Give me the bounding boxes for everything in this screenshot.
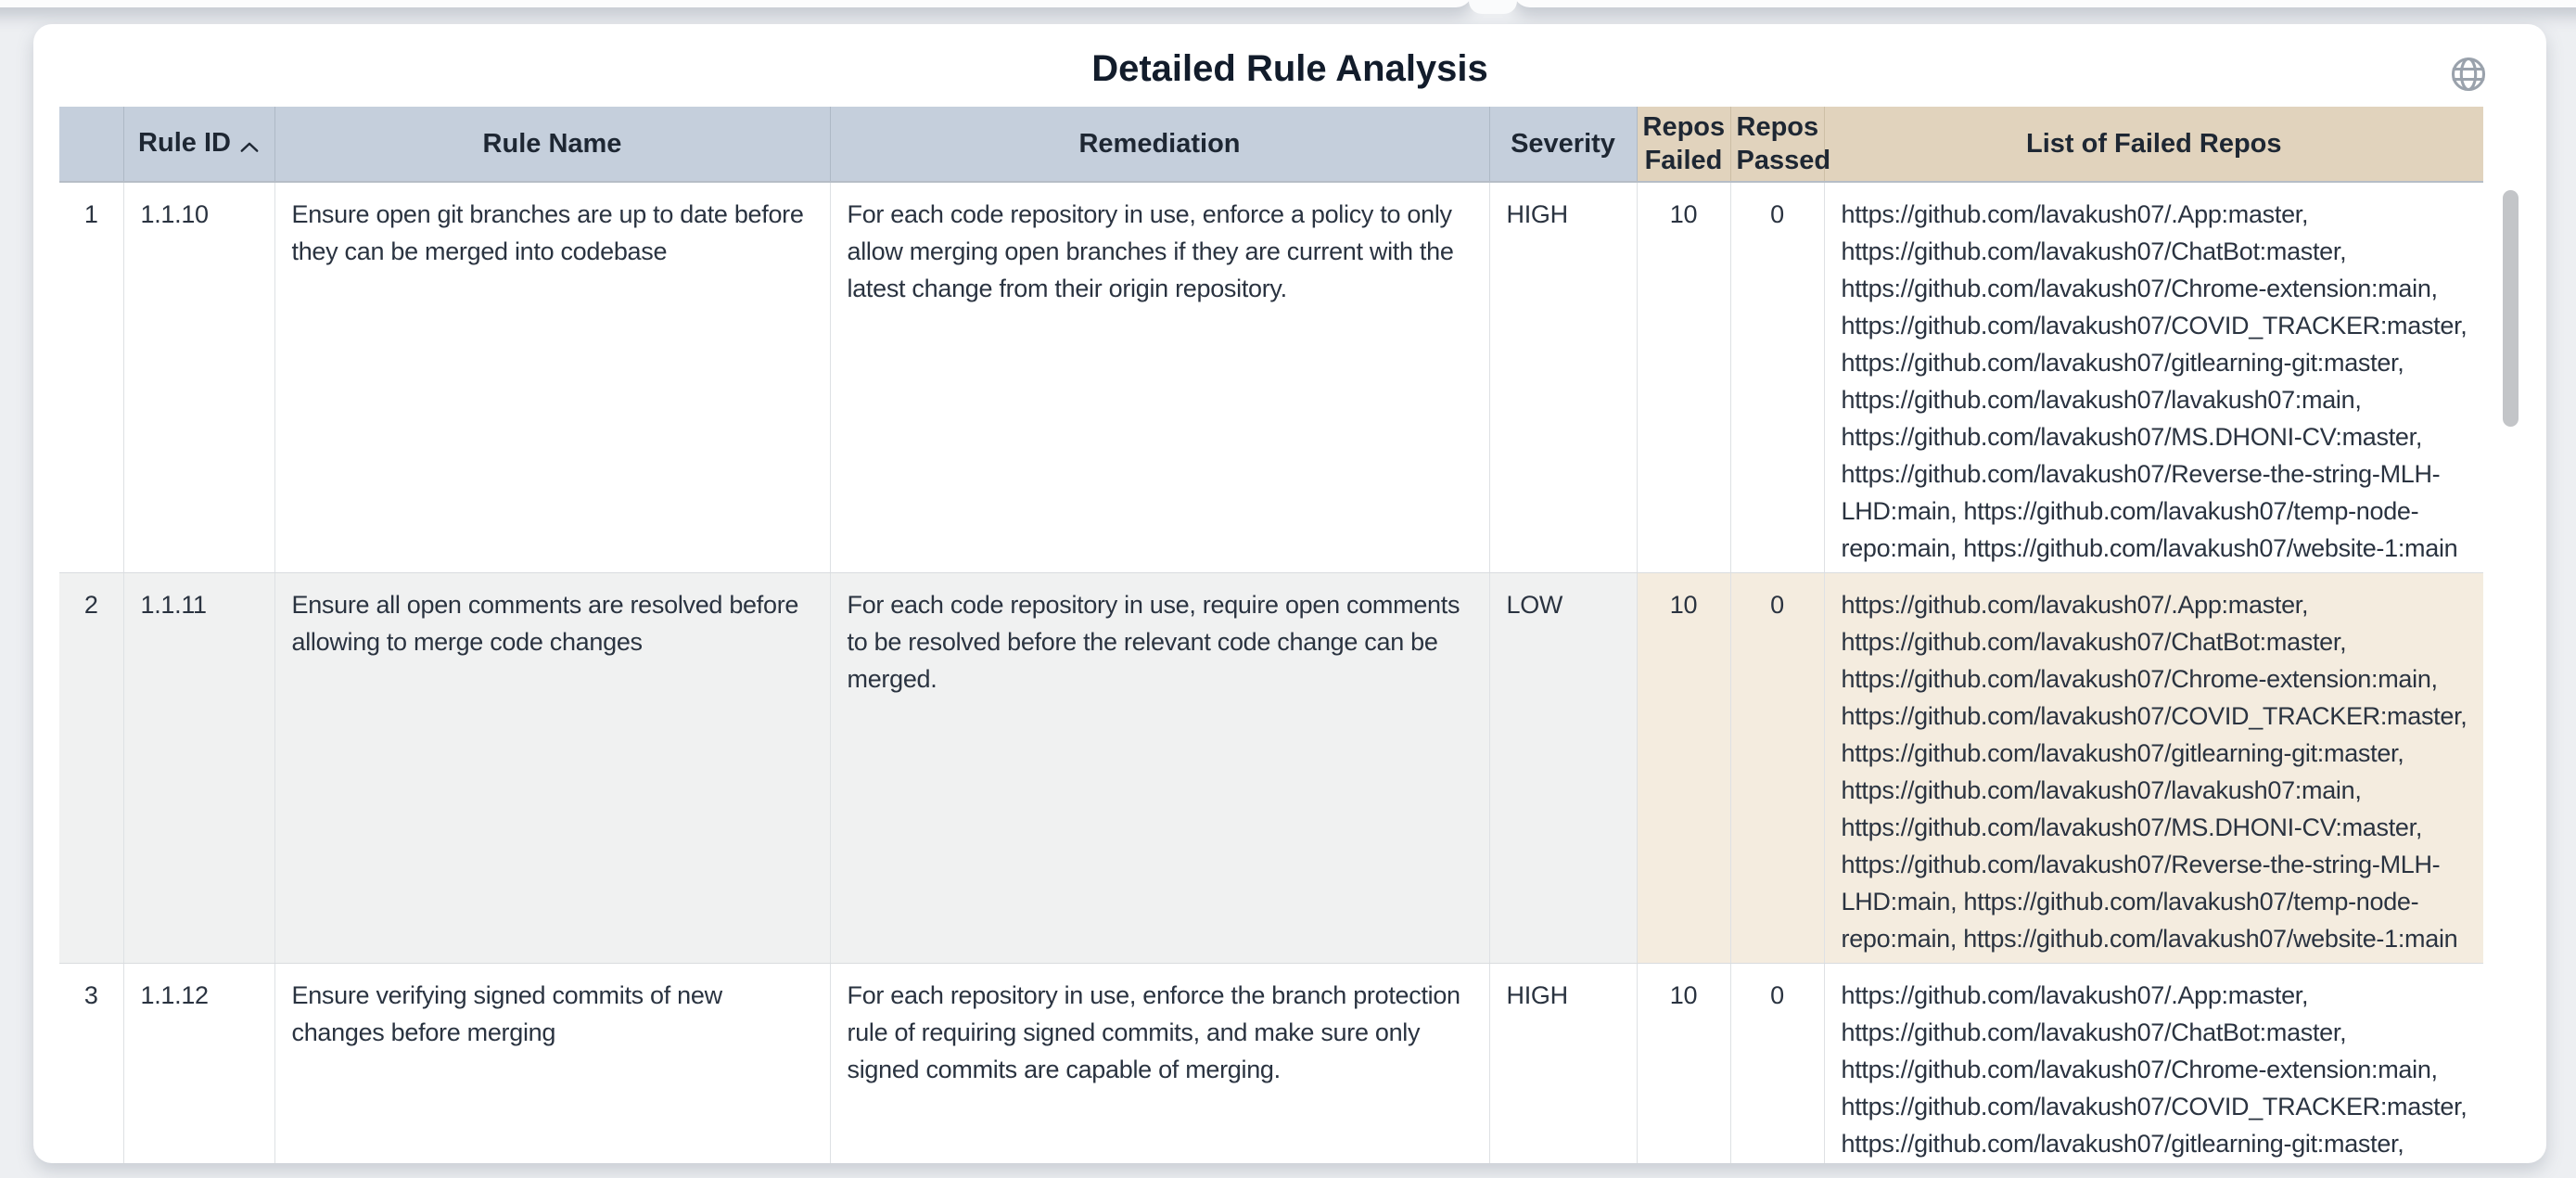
rule-name-cell: Ensure open git branches are up to date … (274, 182, 830, 573)
scrollbar-thumb[interactable] (2503, 190, 2519, 427)
severity-cell: HIGH (1489, 964, 1637, 1164)
upper-left-card-edge (0, 0, 1473, 7)
header-index[interactable] (59, 107, 123, 182)
vertical-scrollbar[interactable] (2503, 182, 2519, 1156)
repos-passed-cell: 0 (1730, 182, 1824, 573)
header-repos-failed[interactable]: Repos Failed (1637, 107, 1730, 182)
table-row: 1 1.1.10 Ensure open git branches are up… (59, 182, 2483, 573)
repos-passed-cell: 0 (1730, 964, 1824, 1164)
header-remediation[interactable]: Remediation (830, 107, 1489, 182)
rule-name-cell: Ensure verifying signed commits of new c… (274, 964, 830, 1164)
failed-repos-cell: https://github.com/lavakush07/.App:maste… (1824, 182, 2483, 573)
failed-repos-cell: https://github.com/lavakush07/.App:maste… (1824, 573, 2483, 964)
table-row: 2 1.1.11 Ensure all open comments are re… (59, 573, 2483, 964)
header-failed-repos-list[interactable]: List of Failed Repos (1824, 107, 2483, 182)
row-index: 3 (59, 964, 123, 1164)
upper-right-card-edge (1513, 0, 2576, 7)
repos-failed-cell: 10 (1637, 182, 1730, 573)
globe-icon[interactable] (2448, 54, 2489, 95)
severity-cell: LOW (1489, 573, 1637, 964)
page-title: Detailed Rule Analysis (33, 24, 2546, 104)
upper-card-gap (1469, 0, 1517, 14)
rule-id-cell: 1.1.11 (123, 573, 274, 964)
header-rule-id[interactable]: Rule ID (123, 107, 274, 182)
rule-id-cell: 1.1.10 (123, 182, 274, 573)
row-index: 1 (59, 182, 123, 573)
sort-ascending-icon[interactable] (239, 128, 260, 161)
rule-name-cell: Ensure all open comments are resolved be… (274, 573, 830, 964)
header-repos-passed[interactable]: Repos Passed (1730, 107, 1824, 182)
table-header-row: Rule ID Rule Name Remediation Severity R… (59, 107, 2483, 182)
remediation-cell: For each code repository in use, enforce… (830, 182, 1489, 573)
repos-failed-cell: 10 (1637, 964, 1730, 1164)
header-rule-name[interactable]: Rule Name (274, 107, 830, 182)
remediation-cell: For each repository in use, enforce the … (830, 964, 1489, 1164)
table-row: 3 1.1.12 Ensure verifying signed commits… (59, 964, 2483, 1164)
severity-cell: HIGH (1489, 182, 1637, 573)
remediation-cell: For each code repository in use, require… (830, 573, 1489, 964)
rule-id-cell: 1.1.12 (123, 964, 274, 1164)
repos-passed-cell: 0 (1730, 573, 1824, 964)
header-severity[interactable]: Severity (1489, 107, 1637, 182)
rule-analysis-table: Rule ID Rule Name Remediation Severity R… (59, 107, 2483, 1163)
repos-failed-cell: 10 (1637, 573, 1730, 964)
failed-repos-cell: https://github.com/lavakush07/.App:maste… (1824, 964, 2483, 1164)
row-index: 2 (59, 573, 123, 964)
detailed-rule-analysis-card: Detailed Rule Analysis Rule ID Rul (33, 24, 2546, 1163)
